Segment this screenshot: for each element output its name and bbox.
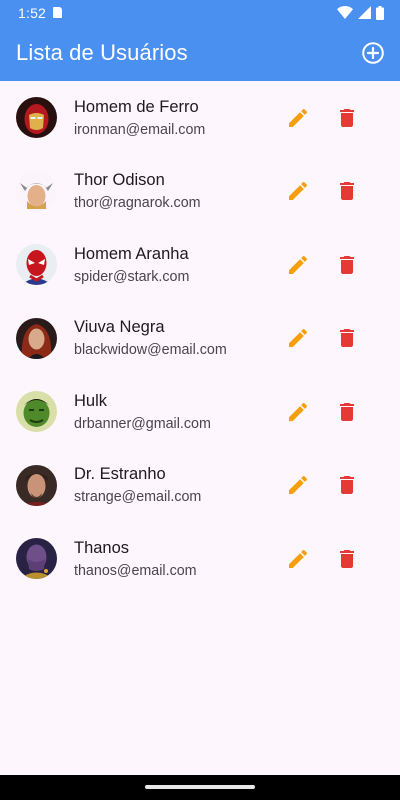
user-email: thanos@email.com bbox=[74, 562, 197, 579]
trash-icon bbox=[340, 255, 354, 274]
user-email: drbanner@gmail.com bbox=[74, 415, 211, 432]
home-indicator[interactable] bbox=[145, 785, 255, 789]
navigation-bar bbox=[0, 775, 400, 800]
trash-icon bbox=[340, 108, 354, 127]
spider-man-avatar-icon bbox=[16, 244, 57, 286]
avatar bbox=[16, 317, 57, 359]
add-user-button[interactable] bbox=[360, 40, 386, 66]
user-email: spider@stark.com bbox=[74, 268, 190, 285]
user-name: Dr. Estranho bbox=[74, 465, 166, 484]
pencil-icon bbox=[289, 329, 308, 348]
trash-icon bbox=[340, 476, 354, 495]
status-icons bbox=[337, 5, 384, 20]
edit-button[interactable] bbox=[286, 547, 310, 571]
trash-icon bbox=[340, 182, 354, 201]
avatar bbox=[16, 170, 57, 212]
status-time: 1:52 bbox=[18, 4, 47, 21]
hulk-avatar-icon bbox=[16, 391, 57, 433]
delete-button[interactable] bbox=[335, 253, 359, 277]
user-name: Hulk bbox=[74, 391, 108, 410]
trash-icon bbox=[340, 329, 354, 348]
signal-icon bbox=[358, 6, 371, 19]
user-name: Thor Odison bbox=[74, 171, 165, 190]
thor-avatar-icon bbox=[16, 170, 57, 212]
pencil-icon bbox=[289, 476, 308, 495]
black-widow-avatar-icon bbox=[16, 317, 57, 359]
edit-button[interactable] bbox=[286, 253, 310, 277]
list-item[interactable]: Homem Aranha spider@stark.com bbox=[0, 228, 400, 302]
list-item[interactable]: Thor Odison thor@ragnarok.com bbox=[0, 155, 400, 229]
battery-icon bbox=[376, 5, 384, 20]
edit-button[interactable] bbox=[286, 326, 310, 350]
avatar bbox=[16, 244, 57, 286]
edit-button[interactable] bbox=[286, 400, 310, 424]
edit-button[interactable] bbox=[286, 106, 310, 130]
user-email: thor@ragnarok.com bbox=[74, 195, 201, 212]
user-name: Homem de Ferro bbox=[74, 97, 199, 116]
delete-button[interactable] bbox=[335, 547, 359, 571]
app-bar: Lista de Usuários bbox=[0, 25, 400, 81]
avatar bbox=[16, 538, 57, 580]
user-name: Thanos bbox=[74, 538, 130, 557]
thanos-avatar-icon bbox=[16, 538, 57, 580]
list-item[interactable]: Hulk drbanner@gmail.com bbox=[0, 375, 400, 449]
pencil-icon bbox=[289, 108, 308, 127]
delete-button[interactable] bbox=[335, 179, 359, 203]
pencil-icon bbox=[289, 255, 308, 274]
user-name: Homem Aranha bbox=[74, 244, 189, 263]
pencil-icon bbox=[289, 549, 308, 568]
pencil-icon bbox=[289, 402, 308, 421]
user-email: blackwidow@email.com bbox=[74, 342, 227, 359]
delete-button[interactable] bbox=[335, 400, 359, 424]
delete-button[interactable] bbox=[335, 106, 359, 130]
add-circle-icon bbox=[362, 42, 384, 64]
list-item[interactable]: Thanos thanos@email.com bbox=[0, 522, 400, 596]
user-name: Viuva Negra bbox=[74, 318, 165, 337]
user-email: strange@email.com bbox=[74, 489, 202, 506]
avatar bbox=[16, 464, 57, 506]
delete-button[interactable] bbox=[335, 326, 359, 350]
avatar bbox=[16, 97, 57, 139]
list-item[interactable]: Homem de Ferro ironman@email.com bbox=[0, 81, 400, 155]
trash-icon bbox=[340, 549, 354, 568]
avatar bbox=[16, 391, 57, 433]
list-item[interactable]: Viuva Negra blackwidow@email.com bbox=[0, 302, 400, 376]
list-item[interactable]: Dr. Estranho strange@email.com bbox=[0, 449, 400, 523]
edit-button[interactable] bbox=[286, 179, 310, 203]
doctor-strange-avatar-icon bbox=[16, 464, 57, 506]
user-list: Homem de Ferro ironman@email.com Thor Od… bbox=[0, 81, 400, 596]
user-email: ironman@email.com bbox=[74, 121, 206, 138]
sim-icon bbox=[53, 7, 63, 18]
pencil-icon bbox=[289, 182, 308, 201]
status-bar: 1:52 bbox=[0, 0, 400, 25]
trash-icon bbox=[340, 402, 354, 421]
page-title: Lista de Usuários bbox=[16, 40, 188, 65]
edit-button[interactable] bbox=[286, 473, 310, 497]
iron-man-avatar-icon bbox=[16, 97, 57, 139]
wifi-icon bbox=[337, 6, 353, 19]
delete-button[interactable] bbox=[335, 473, 359, 497]
